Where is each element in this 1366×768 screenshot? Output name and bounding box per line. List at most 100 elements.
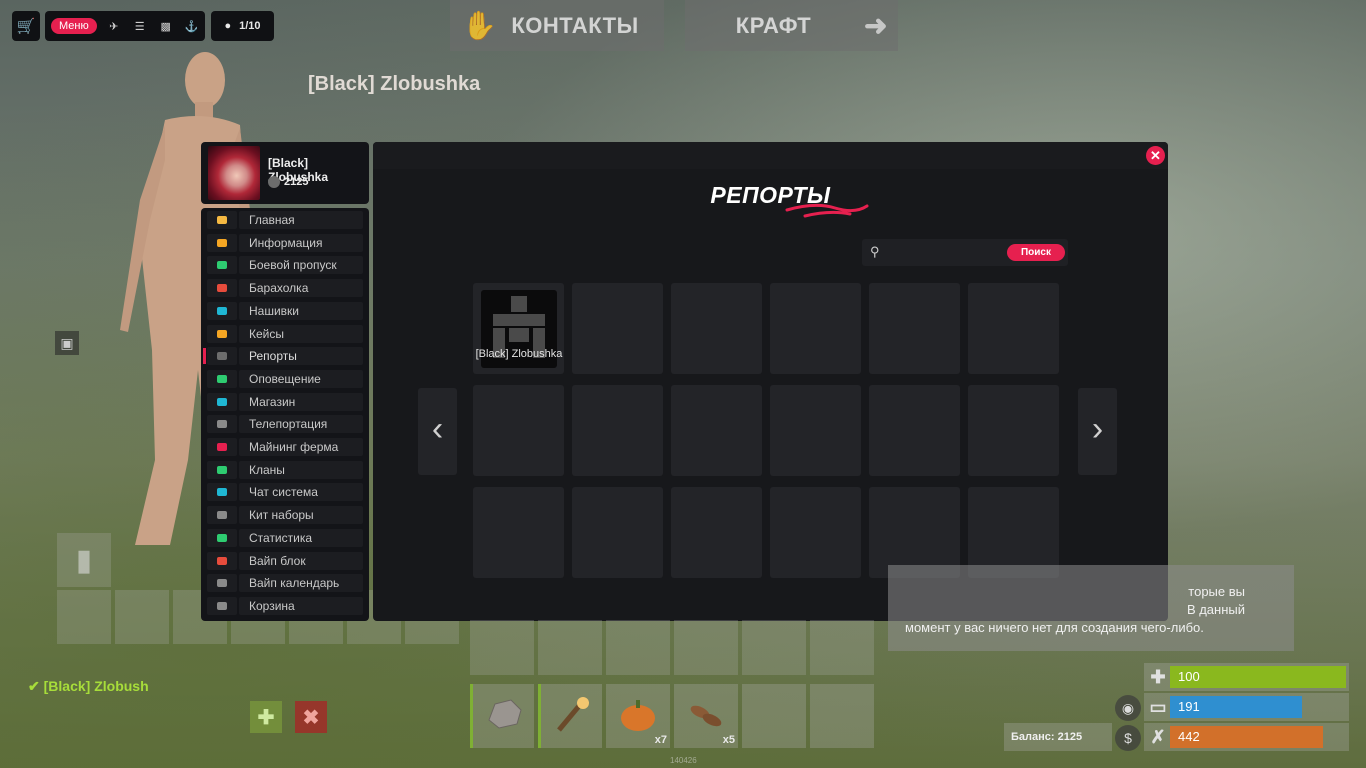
next-page-button[interactable]: › xyxy=(1078,388,1117,475)
belt-slot[interactable] xyxy=(538,684,602,748)
belt-slot[interactable] xyxy=(742,684,806,748)
eye-icon[interactable]: ◉ xyxy=(1115,695,1141,721)
tab-craft-label: КРАФТ xyxy=(735,12,812,38)
sidebar-item[interactable]: Нашивки xyxy=(201,301,369,321)
sidebar-item[interactable]: Вайп календарь xyxy=(201,573,369,593)
report-slot[interactable] xyxy=(869,283,960,374)
sidebar-item[interactable]: Кланы xyxy=(201,460,369,480)
report-slot[interactable] xyxy=(968,283,1059,374)
sidebar-item-label: Репорты xyxy=(239,347,363,366)
report-slot[interactable] xyxy=(770,385,861,476)
sidebar-item[interactable]: Главная xyxy=(201,210,369,230)
sidebar-item[interactable]: Телепортация xyxy=(201,414,369,434)
water-bar: 191 xyxy=(1170,696,1302,718)
inventory-slot[interactable] xyxy=(606,620,670,675)
belt-slot[interactable]: x5 xyxy=(674,684,738,748)
team-member-name: [Black] Zlobush xyxy=(43,678,149,694)
sidebar-item[interactable]: Репорты xyxy=(201,346,369,366)
belt-qty: x5 xyxy=(722,734,735,746)
title-underline-stroke xyxy=(785,203,869,218)
inventory-slot[interactable] xyxy=(742,620,806,675)
team-member: ✔ [Black] Zlobush xyxy=(28,678,149,695)
sidebar-item[interactable]: Кейсы xyxy=(201,324,369,344)
sidebar-item[interactable]: Барахолка xyxy=(201,278,369,298)
reports-panel: ✕ РЕПОРТЫ ⚲ Поиск [Black] Zlobushka ‹ › xyxy=(373,142,1168,621)
crafting-message-text: торые вы В данный момент у вас ничего не… xyxy=(905,583,1245,637)
players-online: ● 1/10 xyxy=(211,11,274,41)
belt-slot[interactable] xyxy=(470,684,534,748)
report-slot[interactable] xyxy=(968,385,1059,476)
crafting-line-3: момент у вас ничего нет для создания чег… xyxy=(905,620,1204,635)
tab-contacts[interactable]: ✋ КОНТАКТЫ xyxy=(450,0,664,51)
report-slot[interactable] xyxy=(473,385,564,476)
search-icon: ⚲ xyxy=(870,244,880,259)
report-slot[interactable] xyxy=(770,283,861,374)
inventory-slot[interactable] xyxy=(538,620,602,675)
report-slot[interactable] xyxy=(671,487,762,578)
helicopter-icon[interactable]: ☰ xyxy=(131,20,149,33)
vehicle-icon[interactable]: ▩ xyxy=(157,20,175,33)
menu-button[interactable]: Меню xyxy=(51,18,97,34)
belt-slot[interactable]: x7 xyxy=(606,684,670,748)
wave-hand-icon: ✋ xyxy=(462,10,498,41)
plane-icon[interactable]: ✈ xyxy=(105,20,123,33)
sidebar-item-label: Барахолка xyxy=(239,279,363,298)
sidebar-item-label: Кейсы xyxy=(239,324,363,343)
sidebar-item[interactable]: Кит наборы xyxy=(201,505,369,525)
search-input[interactable] xyxy=(890,243,1000,262)
panel-header-bar xyxy=(373,142,1168,169)
dollar-icon[interactable]: $ xyxy=(1115,725,1141,751)
remove-friend-button[interactable]: ✖ xyxy=(295,701,327,733)
add-friend-button[interactable]: ✚ xyxy=(250,701,282,733)
report-slot[interactable] xyxy=(572,385,663,476)
sidebar-item[interactable]: Вайп блок xyxy=(201,551,369,571)
sidebar-item[interactable]: Корзина xyxy=(201,596,369,616)
sidebar-item[interactable]: Магазин xyxy=(201,392,369,412)
tab-craft[interactable]: КРАФТ ➜ xyxy=(685,0,898,51)
report-slot[interactable] xyxy=(473,487,564,578)
belt-slot[interactable] xyxy=(810,684,874,748)
backpack-icon: ▮ xyxy=(75,543,93,577)
check-icon: ✔ xyxy=(28,678,40,694)
search-button[interactable]: Поиск xyxy=(1007,244,1065,261)
report-slot[interactable] xyxy=(671,283,762,374)
prev-page-button[interactable]: ‹ xyxy=(418,388,457,475)
inventory-slot[interactable] xyxy=(810,620,874,675)
close-button[interactable]: ✕ xyxy=(1146,146,1165,165)
sidebar-item-icon xyxy=(207,347,237,366)
sidebar-item-icon xyxy=(207,211,237,229)
sidebar-item-label: Оповещение xyxy=(239,369,363,388)
shop-basket-button[interactable]: 🛒 xyxy=(12,11,40,41)
shirt-slot[interactable]: ▣ xyxy=(55,331,79,355)
sidebar-item-icon xyxy=(207,438,237,456)
sidebar-item[interactable]: Боевой пропуск xyxy=(201,255,369,275)
report-slot[interactable] xyxy=(572,283,663,374)
inventory-slot[interactable] xyxy=(470,620,534,675)
sidebar-item[interactable]: Чат система xyxy=(201,482,369,502)
health-bar: 100 xyxy=(1170,666,1346,688)
inventory-slot[interactable] xyxy=(115,590,169,644)
report-slot[interactable] xyxy=(572,487,663,578)
report-slot[interactable] xyxy=(671,385,762,476)
players-count: 1/10 xyxy=(239,20,261,32)
avatar xyxy=(208,146,260,200)
sidebar-item[interactable]: Майнинг ферма xyxy=(201,437,369,457)
report-slot[interactable] xyxy=(770,487,861,578)
report-player-name: [Black] Zlobushka xyxy=(475,348,563,360)
inventory-slot[interactable] xyxy=(674,620,738,675)
sidebar-item-icon xyxy=(207,574,237,593)
sidebar-item[interactable]: Статистика xyxy=(201,528,369,548)
water-stat: ▭ 191 xyxy=(1144,693,1349,721)
sidebar-item-label: Кит наборы xyxy=(239,506,363,525)
backpack-slot[interactable]: ▮ xyxy=(57,533,111,587)
search-box: ⚲ Поиск xyxy=(862,239,1068,266)
close-icon: ✖ xyxy=(302,706,320,729)
inventory-slot[interactable] xyxy=(57,590,111,644)
sidebar-item-label: Кланы xyxy=(239,460,363,479)
report-slot[interactable] xyxy=(869,385,960,476)
health-stat: ✚ 100 xyxy=(1144,663,1349,691)
boat-icon[interactable]: ⚓ xyxy=(183,20,201,33)
balance-display: Баланс: 2125 xyxy=(1004,723,1112,751)
sidebar-item[interactable]: Оповещение xyxy=(201,369,369,389)
sidebar-item[interactable]: Информация xyxy=(201,233,369,253)
